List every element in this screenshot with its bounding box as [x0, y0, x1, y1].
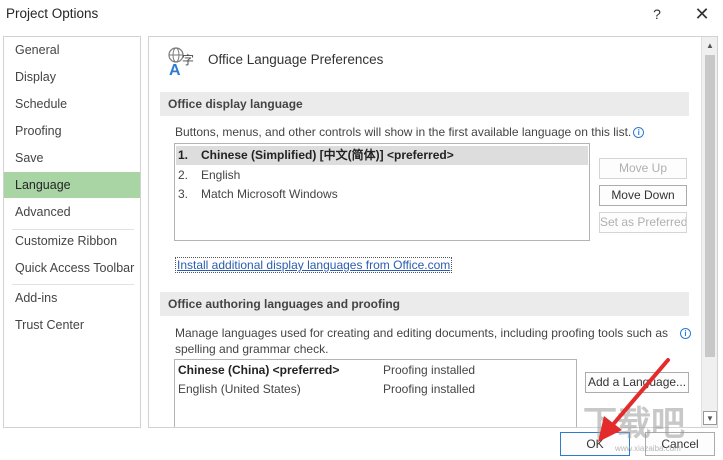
title-bar: Project Options ? ✕ [0, 0, 723, 30]
scroll-up-icon[interactable]: ▲ [703, 39, 717, 53]
authoring-language-row[interactable]: English (United States) Proofing install… [176, 380, 575, 399]
nav-item-customize-ribbon[interactable]: Customize Ribbon [4, 228, 140, 254]
move-down-button[interactable]: Move Down [599, 185, 687, 206]
nav-item-display[interactable]: Display [4, 64, 140, 90]
svg-text:A: A [169, 62, 181, 77]
set-as-preferred-button[interactable]: Set as Preferred [599, 212, 687, 233]
svg-text:字: 字 [182, 52, 194, 67]
close-button[interactable]: ✕ [689, 3, 715, 25]
display-language-description: Buttons, menus, and other controls will … [175, 124, 645, 140]
language-panel: A 字 Office Language Preferences Office d… [148, 36, 718, 428]
section-display-language: Office display language [160, 92, 689, 116]
scroll-thumb[interactable] [705, 55, 715, 357]
section-authoring-languages: Office authoring languages and proofing [160, 292, 689, 316]
info-icon[interactable]: i [680, 328, 691, 339]
ok-button[interactable]: OK [560, 432, 630, 456]
cancel-button[interactable]: Cancel [645, 432, 715, 456]
authoring-description: Manage languages used for creating and e… [175, 326, 668, 356]
display-language-row[interactable]: 3. Match Microsoft Windows [176, 185, 588, 204]
nav-item-quick-access-toolbar[interactable]: Quick Access Toolbar [4, 255, 140, 281]
authoring-language-row[interactable]: Chinese (China) <preferred> Proofing ins… [176, 361, 575, 380]
options-nav: General Display Schedule Proofing Save L… [3, 36, 141, 428]
nav-item-add-ins[interactable]: Add-ins [4, 285, 140, 311]
authoring-language-list[interactable]: Chinese (China) <preferred> Proofing ins… [174, 359, 577, 427]
move-up-button[interactable]: Move Up [599, 158, 687, 179]
add-language-button[interactable]: Add a Language... [585, 372, 689, 393]
window-title: Project Options [6, 6, 99, 21]
language-icon: A 字 [168, 47, 194, 77]
nav-item-advanced[interactable]: Advanced [4, 199, 140, 225]
panel-title: Office Language Preferences [208, 52, 384, 67]
nav-item-schedule[interactable]: Schedule [4, 91, 140, 117]
help-button[interactable]: ? [644, 3, 670, 25]
nav-item-general[interactable]: General [4, 37, 140, 63]
install-languages-link[interactable]: Install additional display languages fro… [175, 257, 453, 273]
info-icon[interactable]: i [633, 127, 645, 138]
display-language-row[interactable]: 2. English [176, 166, 588, 185]
display-language-list[interactable]: 1. Chinese (Simplified) [中文(简体)] <prefer… [174, 143, 590, 241]
panel-scrollbar[interactable]: ▲ ▼ [701, 37, 717, 427]
nav-item-save[interactable]: Save [4, 145, 140, 171]
nav-item-trust-center[interactable]: Trust Center [4, 312, 140, 338]
nav-item-proofing[interactable]: Proofing [4, 118, 140, 144]
nav-item-language[interactable]: Language [4, 172, 140, 198]
display-language-row[interactable]: 1. Chinese (Simplified) [中文(简体)] <prefer… [176, 146, 588, 165]
scroll-down-icon[interactable]: ▼ [703, 411, 717, 425]
